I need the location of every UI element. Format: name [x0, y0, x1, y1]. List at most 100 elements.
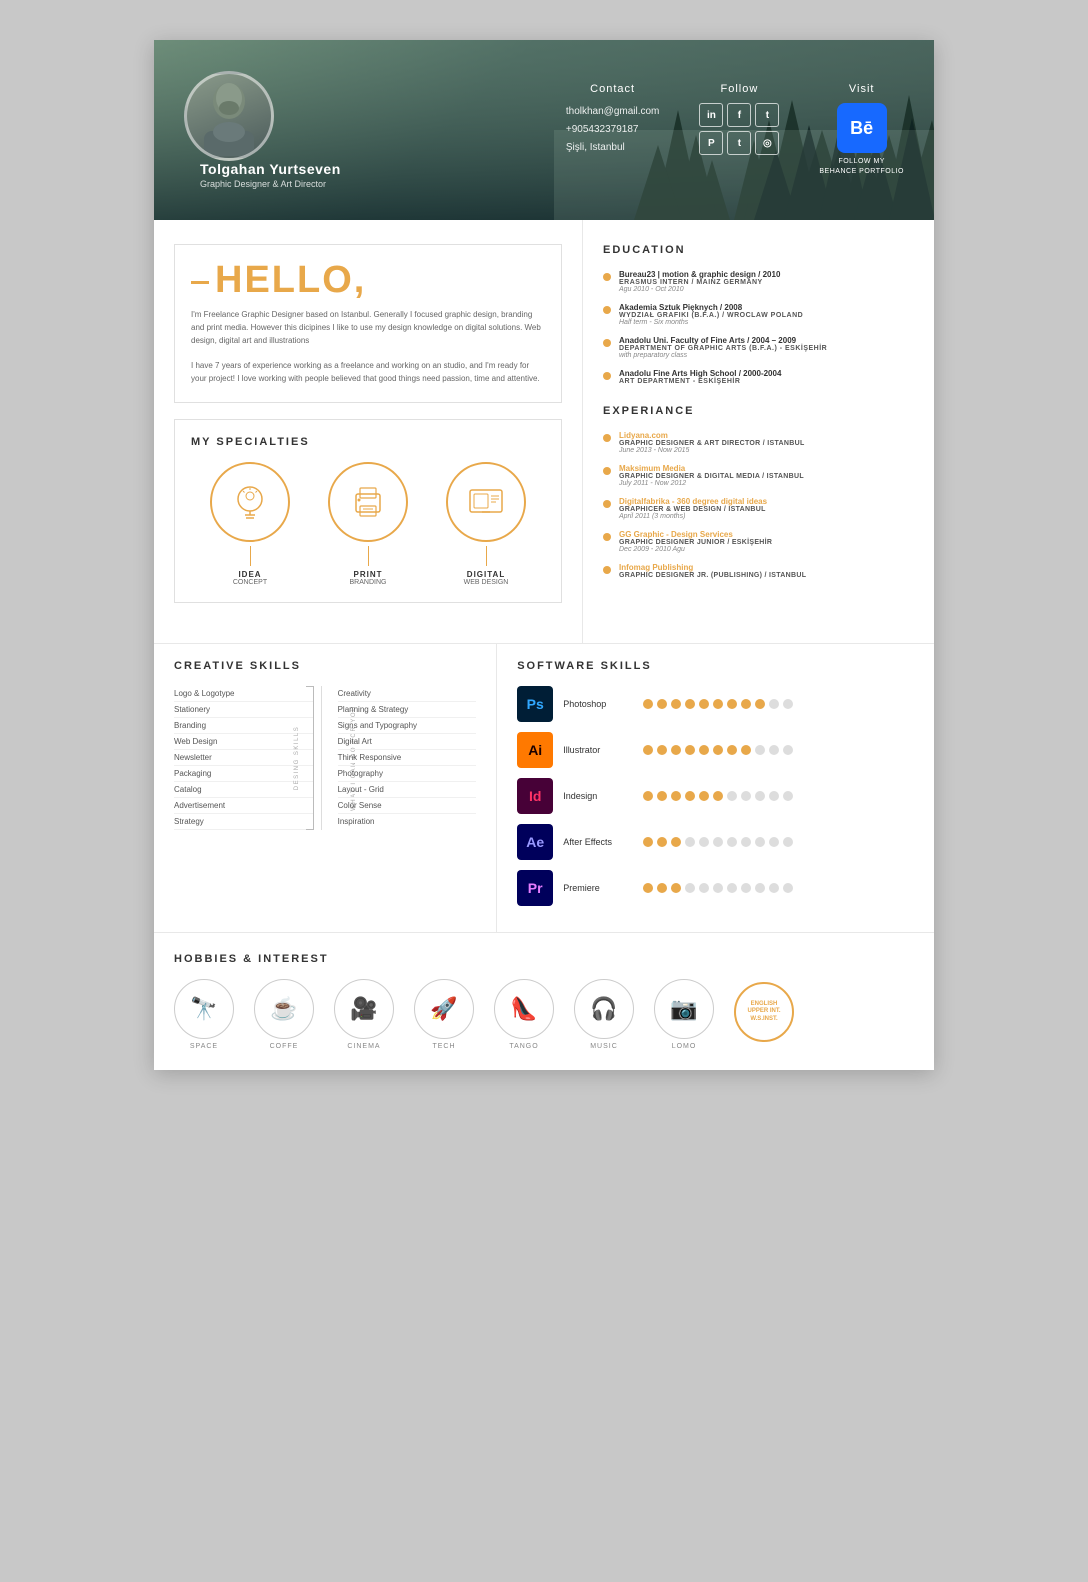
english-circle: ENGLISHUPPER INT.W.S.INST.: [734, 982, 794, 1042]
hobby-circle: 🎧: [574, 979, 634, 1039]
experience-item: Digitalfabrika - 360 degree digital idea…: [603, 497, 914, 520]
exp-dot: [603, 500, 611, 508]
facebook-icon[interactable]: f: [727, 103, 751, 127]
software-list: Ps Photoshop Ai Illustrator Id Indesign …: [517, 686, 914, 906]
skills-row: CREATIVE SKILLS Logo & LogotypeStationer…: [154, 643, 934, 932]
hello-dash: [191, 281, 209, 284]
idea-label: IDEA: [210, 570, 290, 579]
exp-role: GRAPHIC DESIGNER JR. (PUBLISHING) / ISTA…: [619, 572, 806, 579]
main-body: HELLO, I'm Freelance Graphic Designer ba…: [154, 220, 934, 643]
linkedin-icon[interactable]: in: [699, 103, 723, 127]
edu-content: Anadolu Uni. Faculty of Fine Arts / 2004…: [619, 336, 827, 359]
software-icon-ps: Ps: [517, 686, 553, 722]
social-grid: in f t P t ◎: [699, 103, 779, 155]
software-skills-title: SOFTWARE SKILLS: [517, 660, 914, 672]
dot-filled: [643, 745, 653, 755]
dot-empty: [699, 883, 709, 893]
print-line: [368, 546, 369, 566]
edu-dot: [603, 273, 611, 281]
phone: +905432379187: [566, 121, 660, 139]
dot-filled: [685, 699, 695, 709]
dot-empty: [769, 883, 779, 893]
print-circle: [328, 462, 408, 542]
edu-content: Akademia Sztuk Pięknych / 2008 WYDZIAŁ G…: [619, 303, 803, 326]
skills-col-a-wrap: Logo & LogotypeStationeryBrandingWeb Des…: [174, 686, 313, 830]
dot-filled: [671, 699, 681, 709]
exp-content: Digitalfabrika - 360 degree digital idea…: [619, 497, 767, 520]
hello-text-title: HELLO,: [215, 261, 366, 299]
dot-filled: [643, 699, 653, 709]
dot-empty: [755, 745, 765, 755]
specialties-title: MY SPECIALTIES: [191, 436, 545, 448]
exp-role: GRAPHIC DESIGNER & ART DIRECTOR / ISTANB…: [619, 440, 805, 447]
exp-name: Lidyana.com: [619, 431, 805, 440]
tumblr-icon[interactable]: t: [727, 131, 751, 155]
hobby-tech: 🚀 TECH: [414, 979, 474, 1050]
exp-role: GRAPHICER & WEB DESIGN / ISTANBUL: [619, 506, 767, 513]
digital-sub: WEB DESIGN: [446, 579, 526, 586]
skill-item-b: Inspiration: [338, 814, 477, 829]
creative-skills-section: CREATIVE SKILLS Logo & LogotypeStationer…: [154, 644, 497, 932]
dot-empty: [727, 883, 737, 893]
header-content: Tolgahan Yurtseven Graphic Designer & Ar…: [184, 71, 904, 189]
location: Şişli, Istanbul: [566, 139, 660, 157]
dot-filled: [643, 837, 653, 847]
exp-name: Infomag Publishing: [619, 563, 806, 572]
dot-filled: [643, 883, 653, 893]
software-row: Ps Photoshop: [517, 686, 914, 722]
dot-empty: [783, 699, 793, 709]
edu-sub: DEPARTMENT OF GRAPHIC ARTS (B.F.A.) - ES…: [619, 345, 827, 352]
dot-filled: [657, 745, 667, 755]
software-icon-id: Id: [517, 778, 553, 814]
exp-dot: [603, 566, 611, 574]
dot-filled: [643, 791, 653, 801]
exp-dot: [603, 434, 611, 442]
experience-section: EXPERIANCE Lidyana.com GRAPHIC DESIGNER …: [603, 405, 914, 579]
software-row: Ai Illustrator: [517, 732, 914, 768]
dot-filled: [685, 745, 695, 755]
edu-content: Anadolu Fine Arts High School / 2000-200…: [619, 369, 781, 385]
software-row: Ae After Effects: [517, 824, 914, 860]
hobby-label: COFFE: [254, 1043, 314, 1050]
dot-empty: [713, 837, 723, 847]
email: tholkhan@gmail.com: [566, 103, 660, 121]
resume-document: Tolgahan Yurtseven Graphic Designer & Ar…: [154, 40, 934, 1070]
exp-date: Dec 2009 - 2010 Agu: [619, 546, 772, 553]
hello-para1: I'm Freelance Graphic Designer based on …: [191, 309, 545, 386]
follow-label: Follow: [699, 83, 779, 95]
contact-label: Contact: [566, 83, 660, 95]
instagram-icon[interactable]: ◎: [755, 131, 779, 155]
skill-item-b: Layout - Grid: [338, 782, 477, 798]
header-info-sections: Contact tholkhan@gmail.com +905432379187…: [566, 83, 904, 177]
dot-filled: [671, 883, 681, 893]
edu-sub: ART DEPARTMENT - ESKİŞEHİR: [619, 378, 781, 385]
edu-content: Bureau23 | motion & graphic design / 201…: [619, 270, 780, 293]
contact-section: Contact tholkhan@gmail.com +905432379187…: [566, 83, 660, 157]
edu-date: Agu 2010 - Oct 2010: [619, 286, 780, 293]
print-label: PRINT: [328, 570, 408, 579]
education-title: EDUCATION: [603, 244, 914, 256]
dot-filled: [713, 791, 723, 801]
exp-content: Lidyana.com GRAPHIC DESIGNER & ART DIREC…: [619, 431, 805, 454]
hobby-label: CINEMA: [334, 1043, 394, 1050]
name-area: Tolgahan Yurtseven Graphic Designer & Ar…: [200, 161, 341, 189]
edu-dot: [603, 306, 611, 314]
dot-filled: [727, 699, 737, 709]
software-icon-ai: Ai: [517, 732, 553, 768]
hobby-circle: 🚀: [414, 979, 474, 1039]
dot-empty: [769, 837, 779, 847]
hobby-english: ENGLISHUPPER INT.W.S.INST.: [734, 982, 794, 1046]
dot-filled: [671, 837, 681, 847]
skill-item-b: Color Sense: [338, 798, 477, 814]
dot-empty: [685, 837, 695, 847]
hobby-circle: 👠: [494, 979, 554, 1039]
skill-item-a: Stationery: [174, 702, 313, 718]
behance-icon[interactable]: Bē: [837, 103, 887, 153]
dot-filled: [713, 745, 723, 755]
education-item: Anadolu Fine Arts High School / 2000-200…: [603, 369, 914, 385]
hobby-coffe: ☕ COFFE: [254, 979, 314, 1050]
dot-empty: [755, 883, 765, 893]
dot-empty: [769, 745, 779, 755]
twitter-icon[interactable]: t: [755, 103, 779, 127]
pinterest-icon[interactable]: P: [699, 131, 723, 155]
